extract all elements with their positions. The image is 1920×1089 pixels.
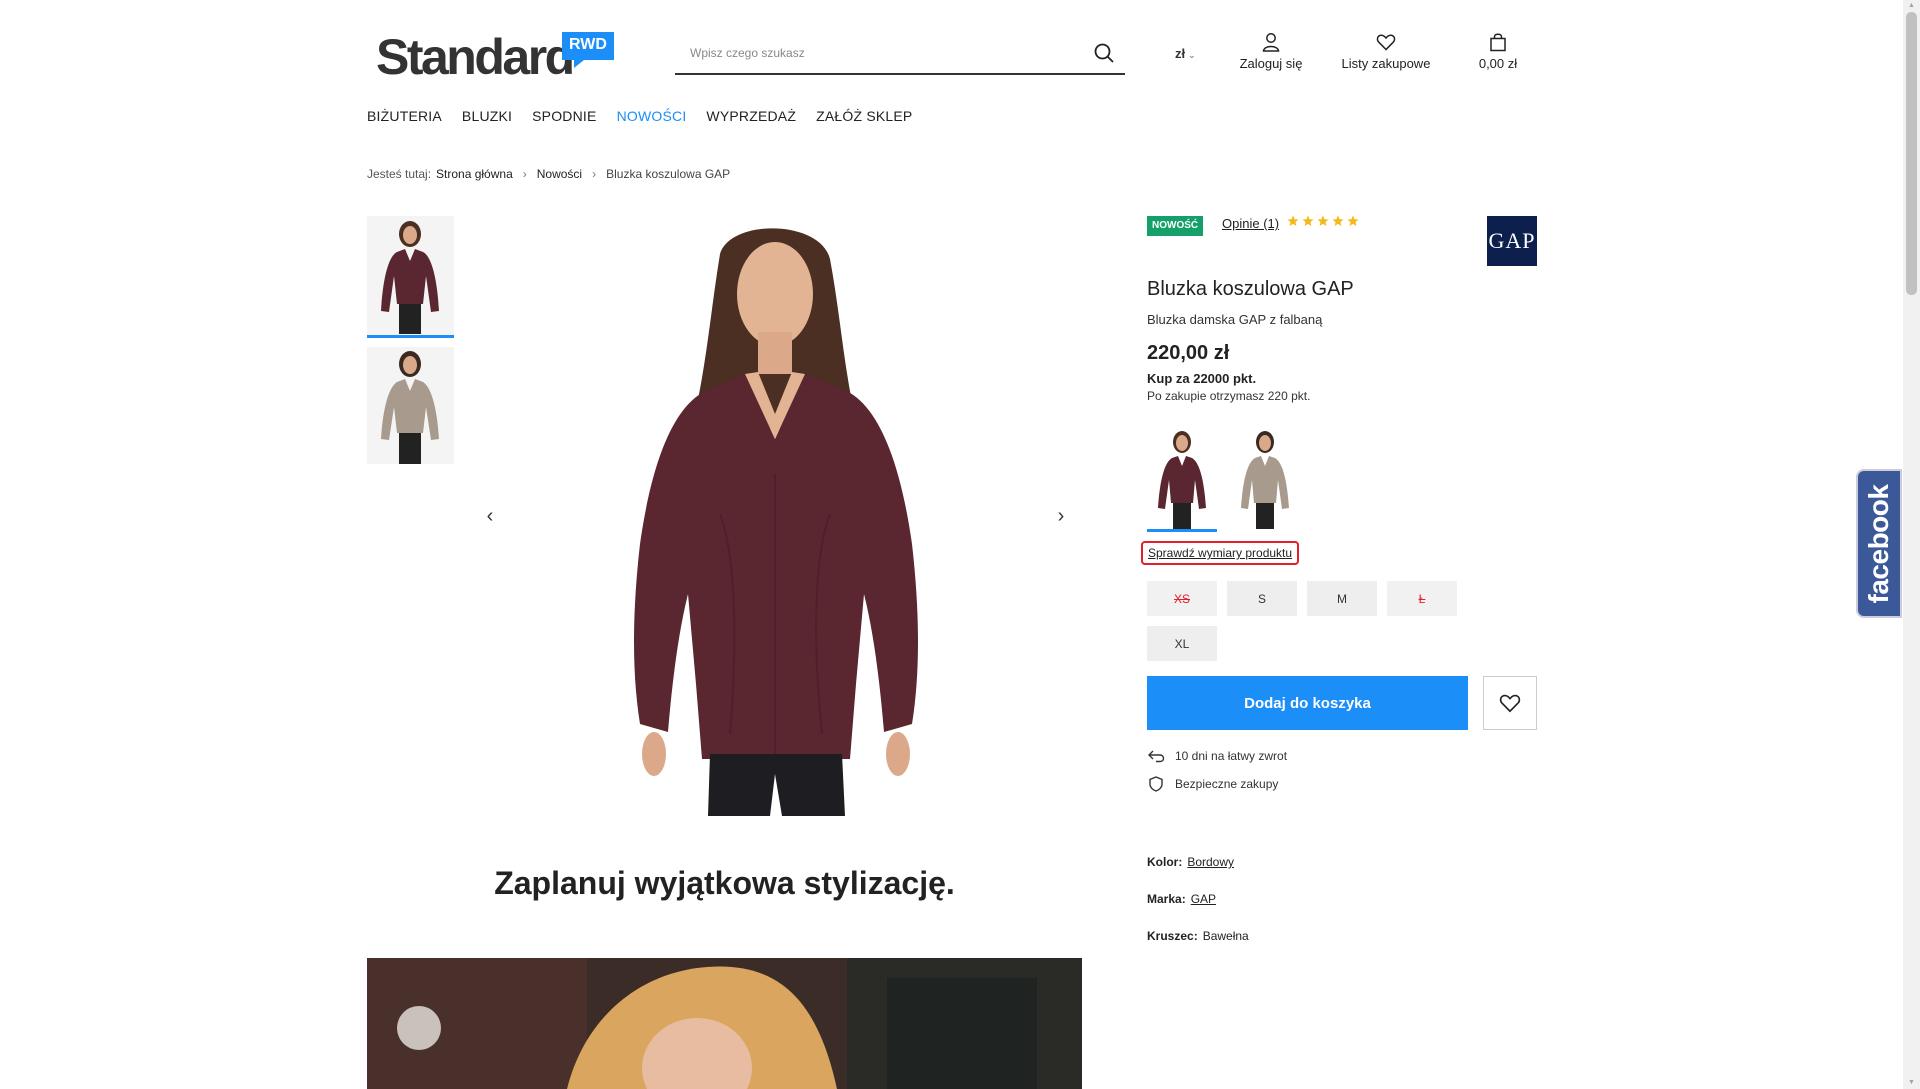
- star-icon: [1332, 215, 1344, 226]
- size-option-m[interactable]: M: [1307, 581, 1377, 616]
- nav-item-spodnie[interactable]: SPODNIE: [532, 108, 596, 124]
- attribute-value-color[interactable]: Bordowy: [1187, 855, 1234, 869]
- points-price: Kup za 22000 pkt.: [1147, 371, 1257, 386]
- facebook-side-tab[interactable]: facebook: [1856, 469, 1902, 618]
- facebook-label: facebook: [1863, 484, 1894, 603]
- nav-item-bizuteria[interactable]: BIŻUTERIA: [367, 108, 442, 124]
- attribute-key: Kruszec:: [1147, 929, 1198, 943]
- add-to-wishlist-button[interactable]: [1483, 676, 1537, 730]
- heart-icon: [1499, 694, 1521, 713]
- breadcrumb-lead: Jesteś tutaj:: [367, 167, 432, 181]
- search-bar: [675, 34, 1125, 75]
- section-heading: Zaplanuj wyjątkowa stylizację.: [494, 865, 955, 901]
- size-option-s[interactable]: S: [1227, 581, 1297, 616]
- attribute-value-brand[interactable]: GAP: [1191, 892, 1216, 906]
- nav-item-wyprzedaz[interactable]: WYPRZEDAŻ: [706, 108, 796, 124]
- logo-text: Standard: [376, 29, 575, 85]
- login-button[interactable]: Zaloguj się: [1238, 32, 1304, 71]
- gallery-prev-arrow[interactable]: ‹: [480, 505, 500, 527]
- color-variant-burgundy[interactable]: [1147, 428, 1217, 532]
- opinions-link[interactable]: Opinie (1): [1222, 216, 1279, 231]
- gallery-thumbnail-beige[interactable]: [367, 347, 454, 464]
- product-subtitle: Bluzka damska GAP z falbaną: [1147, 312, 1323, 327]
- attribute-value-material: Bawełna: [1202, 929, 1249, 943]
- attribute-material: Kruszec: Bawełna: [1147, 929, 1249, 943]
- gallery-next-arrow[interactable]: ›: [1051, 505, 1071, 527]
- scroll-up-arrow-icon[interactable]: ▲: [1903, 0, 1920, 12]
- attribute-color: Kolor: Bordowy: [1147, 855, 1234, 869]
- star-icon: [1287, 215, 1299, 226]
- color-variant-beige[interactable]: [1230, 428, 1300, 532]
- user-icon: [1262, 33, 1280, 52]
- login-label: Zaloguj się: [1239, 56, 1303, 71]
- search-icon[interactable]: [1093, 42, 1117, 66]
- scrollbar-thumb[interactable]: [1906, 12, 1917, 295]
- attribute-key: Kolor:: [1147, 855, 1183, 869]
- size-option-xs[interactable]: XS: [1147, 581, 1217, 616]
- cart-total: 0,00 zł: [1478, 56, 1518, 71]
- chevron-down-icon: ⌄: [1188, 50, 1196, 60]
- breadcrumb-home[interactable]: Strona główna: [436, 167, 513, 181]
- heart-icon: [1376, 34, 1396, 51]
- feature-label: 10 dni na łatwy zwrot: [1175, 749, 1288, 763]
- shopping-lists-button[interactable]: Listy zakupowe: [1336, 32, 1436, 71]
- feature-label: Bezpieczne zakupy: [1175, 777, 1279, 791]
- product-main-image: [560, 214, 990, 816]
- main-nav: BIŻUTERIA BLUZKI SPODNIE NOWOŚCI WYPRZED…: [367, 108, 932, 124]
- new-badge: NOWOŚĆ: [1147, 216, 1204, 236]
- gallery-thumbnail-burgundy[interactable]: [367, 216, 454, 338]
- brand-logo-gap[interactable]: GAP: [1487, 216, 1537, 266]
- star-icon: [1317, 215, 1329, 226]
- product-title: Bluzka koszulowa GAP: [1147, 278, 1354, 300]
- scroll-down-arrow-icon[interactable]: ▼: [1903, 1077, 1920, 1089]
- breadcrumb: Jesteś tutaj: Strona główna › Nowości › …: [367, 167, 730, 181]
- product-price: 220,00 zł: [1147, 342, 1230, 364]
- attribute-key: Marka:: [1147, 892, 1186, 906]
- star-icon: [1302, 215, 1314, 226]
- currency-label: zł: [1175, 46, 1186, 61]
- currency-selector[interactable]: zł ⌄: [1175, 46, 1196, 61]
- cart-button[interactable]: 0,00 zł: [1472, 32, 1524, 71]
- nav-item-bluzki[interactable]: BLUZKI: [462, 108, 512, 124]
- breadcrumb-current: Bluzka koszulowa GAP: [606, 167, 731, 181]
- size-chart-link[interactable]: Sprawdź wymiary produktu: [1141, 541, 1300, 565]
- logo-badge: RWD: [562, 32, 614, 68]
- chevron-right-icon: ›: [592, 167, 597, 181]
- page-scrollbar[interactable]: ▲ ▼: [1903, 0, 1920, 1089]
- breadcrumb-nowosci[interactable]: Nowości: [537, 167, 582, 181]
- shopping-bag-icon: [1490, 33, 1506, 52]
- shopping-lists-label: Listy zakupowe: [1341, 56, 1431, 71]
- stylization-banner-image: [367, 958, 1082, 1089]
- rating-stars: [1287, 215, 1359, 227]
- return-arrow-icon: [1148, 750, 1165, 763]
- feature-easy-return: 10 dni na łatwy zwrot: [1147, 749, 1287, 763]
- nav-item-nowosci[interactable]: NOWOŚCI: [617, 108, 687, 124]
- size-option-l[interactable]: Ł: [1387, 581, 1457, 616]
- nav-item-zaloz-sklep[interactable]: ZAŁÓŻ SKLEP: [816, 108, 912, 124]
- shield-icon: [1149, 776, 1163, 792]
- search-input[interactable]: [675, 34, 1075, 72]
- attribute-brand: Marka: GAP: [1147, 892, 1216, 906]
- chevron-right-icon: ›: [522, 167, 527, 181]
- size-option-xl[interactable]: XL: [1147, 626, 1217, 661]
- points-reward: Po zakupie otrzymasz 220 pkt.: [1147, 389, 1311, 403]
- add-to-cart-button[interactable]: Dodaj do koszyka: [1147, 676, 1468, 730]
- feature-secure-shopping: Bezpieczne zakupy: [1147, 776, 1278, 792]
- star-icon: [1347, 215, 1359, 226]
